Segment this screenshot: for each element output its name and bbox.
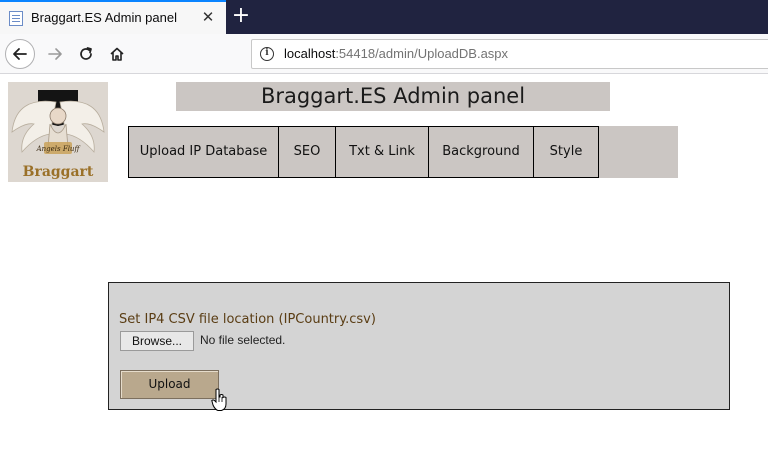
home-icon [110,47,124,61]
reload-button[interactable] [71,39,101,69]
upload-form-panel: Set IP4 CSV file location (IPCountry.csv… [108,282,730,410]
forward-arrow-icon [48,48,62,60]
file-status-text: No file selected. [200,333,286,347]
reload-icon [80,47,92,60]
admin-nav-menu: Upload IP Database SEO Txt & Link Backgr… [128,126,678,178]
nav-txt-link[interactable]: Txt & Link [335,126,429,178]
url-host: localhost [284,46,336,61]
logo-text-top: Angels Fluff [36,145,81,153]
nav-seo[interactable]: SEO [278,126,336,178]
logo-text-bottom: Braggart [23,164,94,180]
browser-tabbar: Braggart.ES Admin panel ✕ + [0,0,768,34]
page-content: Angels Fluff Braggart Braggart.ES Admin … [0,75,768,461]
page-favicon-icon [9,11,23,26]
nav-style[interactable]: Style [533,126,599,178]
nav-background[interactable]: Background [428,126,534,178]
forward-button[interactable] [40,39,70,69]
site-logo[interactable]: Angels Fluff Braggart [8,82,108,182]
site-info-icon[interactable]: i [260,47,274,61]
browse-button[interactable]: Browse... [120,331,194,351]
angel-wings-logo-icon: Angels Fluff Braggart [8,82,108,182]
close-tab-icon[interactable]: ✕ [199,8,217,26]
file-location-label: Set IP4 CSV file location (IPCountry.csv… [119,312,376,327]
page-title: Braggart.ES Admin panel [176,82,610,111]
tab-title: Braggart.ES Admin panel [31,10,177,25]
address-url: localhost:54418/admin/UploadDB.aspx [284,46,508,61]
back-arrow-icon [13,48,27,60]
browser-navbar: i localhost:54418/admin/UploadDB.aspx [0,34,768,74]
url-path: :54418/admin/UploadDB.aspx [335,46,509,61]
upload-button[interactable]: Upload [120,370,219,399]
browser-tab[interactable]: Braggart.ES Admin panel ✕ [0,0,226,34]
hand-pointer-cursor-icon [211,388,227,411]
new-tab-plus-icon[interactable]: + [230,4,252,28]
nav-upload-ip-database[interactable]: Upload IP Database [128,126,279,178]
back-button[interactable] [5,39,35,69]
home-button[interactable] [102,39,132,69]
address-bar[interactable]: i localhost:54418/admin/UploadDB.aspx [251,39,768,69]
